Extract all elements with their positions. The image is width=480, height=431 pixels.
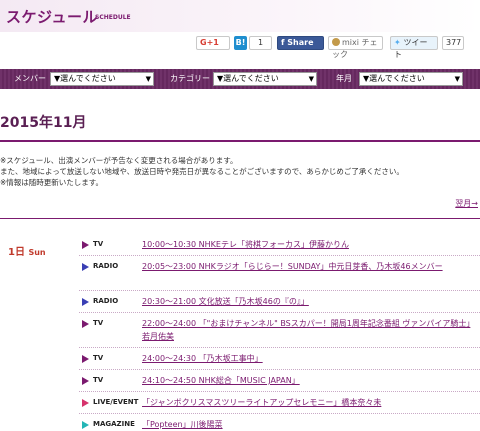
entry-link[interactable]: 20:05〜23:00 NHKラジオ「らじらー！SUNDAY」中元日芽香、乃木坂… [142, 260, 472, 273]
hatena-count: 1 [249, 36, 272, 50]
schedule-entry: TV 10:00〜10:30 NHKEテレ「将棋フォーカス」伊藤かりん [79, 234, 480, 256]
month-divider [0, 140, 480, 142]
entry-link[interactable]: 「ジャンボクリスマスツリーライトアップセレモニー」橋本奈々未 [142, 396, 472, 409]
schedule-entry: TV 24:00〜24:30 「乃木坂工事中」 [79, 348, 480, 370]
chevron-down-icon: ▼ [145, 75, 151, 83]
entry-link[interactable]: 20:30〜21:00 文化放送「乃木坂46の『の』」 [142, 295, 472, 308]
category-marker-icon [82, 298, 89, 306]
category-filter-label: カテゴリー [170, 74, 210, 83]
schedule-entry: RADIO 20:30〜21:00 文化放送「乃木坂46の『の』」 [79, 291, 480, 313]
day-label: 1日 Sun [8, 243, 46, 258]
mixi-check-button[interactable]: mixi チェック [328, 36, 383, 59]
entry-link[interactable]: 「Popteen」川後陽菜 [142, 418, 472, 431]
member-select[interactable]: ▼選んでください ▼ [50, 72, 154, 86]
tweet-button[interactable]: ✦ ツイート [390, 36, 438, 59]
note-line: ※スケジュール、出演メンバーが予告なく変更される場合があります。 [0, 156, 238, 165]
twitter-bird-icon: ✦ [394, 38, 404, 47]
category-marker-icon [82, 421, 89, 429]
note-line: また、地域によって放送しない地域や、放送日時や発売日が異なることがございますので… [0, 167, 404, 176]
entry-category: TV [93, 319, 104, 327]
category-marker-icon [82, 320, 89, 328]
category-marker-icon [82, 355, 89, 363]
hatena-bookmark-icon[interactable]: B! [234, 36, 247, 50]
year-select[interactable]: ▼選んでください ▼ [359, 72, 463, 86]
tweet-count: 377 [442, 36, 464, 50]
note-line: ※情報は随時更新いたします。 [0, 178, 104, 187]
social-buttons: G+1 B! 1 f Share mixi チェック ✦ ツイート 377 [0, 36, 480, 59]
schedule-list: TV 10:00〜10:30 NHKEテレ「将棋フォーカス」伊藤かりん RADI… [79, 234, 480, 431]
entry-category: RADIO [93, 297, 119, 305]
category-marker-icon [82, 241, 89, 249]
category-select[interactable]: ▼選んでください ▼ [213, 72, 317, 86]
entry-category: LIVE/EVENT [93, 398, 139, 406]
member-select-value: ▼選んでください [54, 74, 116, 83]
schedule-entry: TV 24:10〜24:50 NHK総合「MUSIC JAPAN」 [79, 370, 480, 392]
category-select-value: ▼選んでください [217, 74, 279, 83]
entry-category: RADIO [93, 262, 119, 270]
entry-category: TV [93, 354, 104, 362]
day-of-week: Sun [28, 248, 46, 257]
schedule-notes: ※スケジュール、出演メンバーが予告なく変更される場合があります。 また、地域によ… [0, 155, 404, 188]
day-date: 1日 [8, 247, 25, 258]
header-banner: スケジュール SCHEDULE [0, 0, 480, 32]
month-heading: 2015年11月 [0, 115, 87, 131]
entry-link[interactable]: 22:00〜24:00 「"おまけチャンネル" BSスカパー！開局1周年記念番組… [142, 317, 472, 343]
mixi-icon [332, 38, 340, 46]
filter-bar: メンバー ▼選んでください ▼ カテゴリー ▼選んでください ▼ 年月 ▼選んで… [0, 69, 480, 89]
facebook-share-button[interactable]: f Share [277, 36, 324, 50]
schedule-entry: MAGAZINE 「Popteen」川後陽菜 [79, 414, 480, 431]
page-subtitle: SCHEDULE [95, 14, 131, 21]
page-title: スケジュール [6, 8, 98, 26]
entry-category: TV [93, 240, 104, 248]
next-month-link[interactable]: 翌月→ [455, 198, 478, 209]
member-filter-label: メンバー [14, 74, 46, 83]
category-marker-icon [82, 399, 89, 407]
entry-category: MAGAZINE [93, 420, 135, 428]
entry-category: TV [93, 376, 104, 384]
entry-link[interactable]: 10:00〜10:30 NHKEテレ「将棋フォーカス」伊藤かりん [142, 238, 472, 251]
schedule-entry: RADIO 20:05〜23:00 NHKラジオ「らじらー！SUNDAY」中元日… [79, 256, 480, 291]
schedule-divider [0, 218, 480, 219]
year-select-value: ▼選んでください [363, 74, 425, 83]
year-filter-label: 年月 [336, 74, 352, 83]
google-plus-button[interactable]: G+1 [196, 36, 230, 50]
entry-link[interactable]: 24:10〜24:50 NHK総合「MUSIC JAPAN」 [142, 374, 472, 387]
schedule-entry: TV 22:00〜24:00 「"おまけチャンネル" BSスカパー！開局1周年記… [79, 313, 480, 348]
facebook-share-label: Share [287, 38, 314, 47]
chevron-down-icon: ▼ [308, 75, 314, 83]
entry-link[interactable]: 24:00〜24:30 「乃木坂工事中」 [142, 352, 472, 365]
schedule-entry: LIVE/EVENT 「ジャンボクリスマスツリーライトアップセレモニー」橋本奈々… [79, 392, 480, 414]
chevron-down-icon: ▼ [454, 75, 460, 83]
category-marker-icon [82, 377, 89, 385]
category-marker-icon [82, 263, 89, 271]
